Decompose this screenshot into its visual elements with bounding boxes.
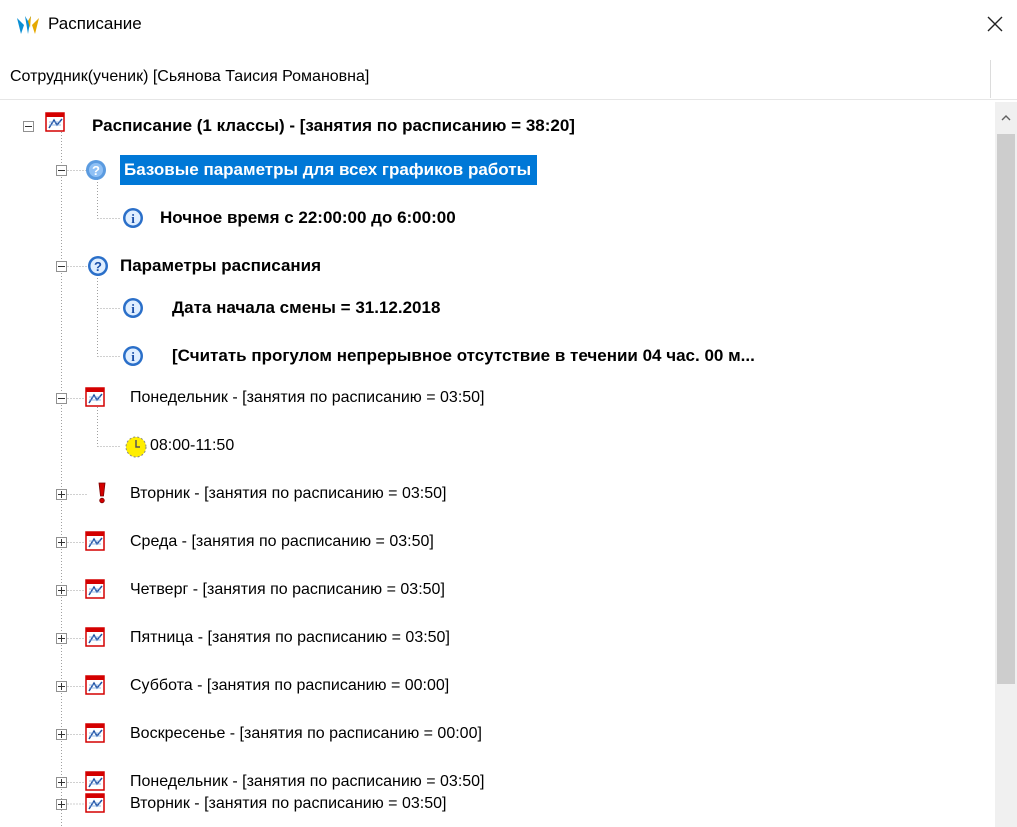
tree-node-day[interactable]: Воскресенье - [занятия по расписанию = 0… — [126, 717, 486, 751]
tree-node-label: Параметры расписания — [120, 256, 322, 275]
tree-node-day[interactable]: Суббота - [занятия по расписанию = 00:00… — [126, 669, 453, 703]
tree-node-absence-rule[interactable]: [Считать прогулом непрерывное отсутствие… — [168, 339, 759, 373]
scroll-up-button[interactable] — [995, 102, 1017, 132]
calendar-icon — [85, 771, 105, 791]
vertical-scrollbar[interactable] — [995, 102, 1017, 827]
tuesday-expand-toggle[interactable] — [56, 489, 67, 500]
tree-node-label: Среда - [занятия по расписанию = 03:50] — [130, 533, 434, 550]
friday-expand-toggle[interactable] — [56, 633, 67, 644]
chevron-up-icon — [1001, 114, 1011, 120]
base-params-collapse-toggle[interactable] — [56, 165, 67, 176]
calendar-icon — [45, 112, 65, 132]
tree-node-label: Понедельник - [занятия по расписанию = 0… — [130, 389, 485, 406]
thursday-expand-toggle[interactable] — [56, 585, 67, 596]
info-icon: i — [123, 346, 143, 366]
svg-text:?: ? — [92, 163, 100, 178]
calendar-icon — [85, 387, 105, 407]
calendar-icon — [85, 579, 105, 599]
tree-node-shift-start-date[interactable]: Дата начала смены = 31.12.2018 — [168, 291, 444, 325]
close-button[interactable] — [978, 8, 1012, 40]
tree-root-node[interactable]: Расписание (1 классы) - [занятия по расп… — [88, 109, 579, 143]
tree-node-night-time[interactable]: Ночное время с 22:00:00 до 6:00:00 — [156, 201, 460, 235]
question-icon: ? — [88, 256, 108, 276]
info-icon: i — [123, 298, 143, 318]
monday-collapse-toggle[interactable] — [56, 393, 67, 404]
tree-node-label: Четверг - [занятия по расписанию = 03:50… — [130, 581, 445, 598]
tree-node-time-slot[interactable]: 08:00-11:50 — [146, 429, 238, 463]
saturday-expand-toggle[interactable] — [56, 681, 67, 692]
wednesday-expand-toggle[interactable] — [56, 537, 67, 548]
exclamation-icon — [98, 482, 106, 504]
column-divider — [990, 60, 991, 98]
tree-node-day[interactable]: Среда - [занятия по расписанию = 03:50] — [126, 525, 438, 559]
tree-node-label: Вторник - [занятия по расписанию = 03:50… — [130, 795, 447, 812]
calendar-icon — [85, 531, 105, 551]
tree-node-label: Базовые параметры для всех графиков рабо… — [120, 155, 538, 185]
tree-node-label: Ночное время с 22:00:00 до 6:00:00 — [160, 208, 456, 227]
window-title: Расписание — [48, 14, 142, 33]
tree-node-day[interactable]: Пятница - [занятия по расписанию = 03:50… — [126, 621, 454, 655]
tree-node-schedule-params[interactable]: Параметры расписания — [116, 249, 325, 283]
scroll-thumb[interactable] — [997, 134, 1015, 684]
info-icon: i — [123, 208, 143, 228]
tuesday-2-expand-toggle[interactable] — [56, 799, 67, 810]
schedule-tree: Расписание (1 классы) - [занятия по расп… — [0, 102, 995, 827]
question-icon: ? — [86, 160, 106, 180]
app-logo-icon — [17, 16, 39, 34]
close-icon — [987, 16, 1003, 32]
employee-header-text: Сотрудник(ученик) [Сьянова Таисия Романо… — [10, 68, 370, 85]
tree-node-day[interactable]: Вторник - [занятия по расписанию = 03:50… — [126, 787, 450, 821]
tree-node-label: Суббота - [занятия по расписанию = 00:00… — [130, 677, 450, 694]
svg-text:i: i — [131, 301, 135, 316]
svg-text:?: ? — [94, 259, 102, 274]
clock-icon — [125, 436, 147, 458]
tree-node-base-params[interactable]: Базовые параметры для всех графиков рабо… — [120, 153, 538, 187]
tree-node-label: Пятница - [занятия по расписанию = 03:50… — [130, 629, 450, 646]
tree-node-label: Вторник - [занятия по расписанию = 03:50… — [130, 485, 447, 502]
tree-node-day[interactable]: Четверг - [занятия по расписанию = 03:50… — [126, 573, 449, 607]
svg-text:i: i — [131, 349, 135, 364]
tree-node-label: Воскресенье - [занятия по расписанию = 0… — [130, 725, 482, 742]
tree-node-label: Дата начала смены = 31.12.2018 — [172, 298, 441, 317]
root-collapse-toggle[interactable] — [23, 121, 34, 132]
calendar-icon — [85, 675, 105, 695]
calendar-icon — [85, 627, 105, 647]
svg-text:i: i — [131, 211, 135, 226]
sunday-expand-toggle[interactable] — [56, 729, 67, 740]
calendar-icon — [85, 723, 105, 743]
monday-2-expand-toggle[interactable] — [56, 777, 67, 788]
tree-node-label: [Считать прогулом непрерывное отсутствие… — [172, 346, 755, 365]
employee-header: Сотрудник(ученик) [Сьянова Таисия Романо… — [0, 56, 1017, 100]
tree-node-label: 08:00-11:50 — [150, 437, 235, 454]
title-bar: Расписание — [0, 0, 1017, 52]
schedule-params-collapse-toggle[interactable] — [56, 261, 67, 272]
tree-node-day[interactable]: Вторник - [занятия по расписанию = 03:50… — [126, 477, 450, 511]
tree-node-day[interactable]: Понедельник - [занятия по расписанию = 0… — [126, 381, 489, 415]
calendar-icon — [85, 793, 105, 813]
tree-node-label: Расписание (1 классы) - [занятия по расп… — [92, 116, 575, 135]
